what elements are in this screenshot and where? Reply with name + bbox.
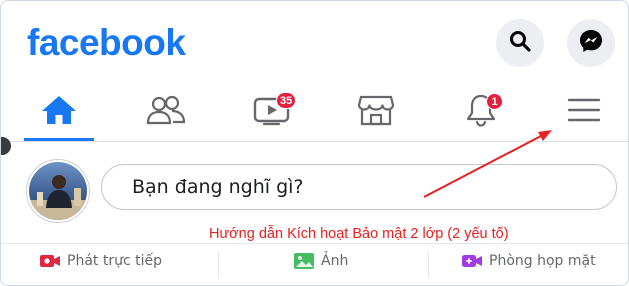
messenger-button[interactable] (567, 19, 615, 67)
search-icon (509, 30, 531, 56)
main-nav: 35 1 (1, 83, 628, 141)
tab-home[interactable] (24, 83, 94, 141)
tab-notifications[interactable]: 1 (446, 83, 516, 141)
friends-icon (145, 93, 187, 131)
rooms-label: Phòng họp mặt (489, 253, 596, 269)
top-header: facebook (1, 1, 628, 83)
tab-menu[interactable] (549, 83, 619, 141)
photo-label: Ảnh (321, 253, 349, 269)
rooms-button[interactable]: Phòng họp mặt (461, 244, 596, 278)
marketplace-icon (356, 93, 396, 131)
notifications-badge: 1 (486, 93, 503, 110)
avatar[interactable] (27, 160, 89, 222)
watch-badge: 35 (276, 92, 297, 109)
live-video-label: Phát trực tiếp (67, 253, 162, 269)
tab-marketplace[interactable] (341, 83, 411, 141)
tab-watch[interactable]: 35 (237, 83, 307, 141)
facebook-mobile-frame: facebook 35 1 Bạn đang nghĩ gì? Phát trự… (0, 0, 629, 286)
photo-icon (293, 252, 315, 270)
live-video-icon (39, 253, 61, 269)
search-button[interactable] (496, 19, 544, 67)
post-composer: Bạn đang nghĩ gì? (1, 142, 628, 230)
annotation-caption: Hướng dẫn Kích hoạt Bảo mật 2 lớp (2 yếu… (209, 226, 509, 242)
messenger-icon (578, 28, 604, 58)
live-video-button[interactable]: Phát trực tiếp (39, 244, 162, 278)
rooms-icon (461, 253, 483, 269)
photo-button[interactable]: Ảnh (293, 244, 348, 278)
home-icon (40, 93, 78, 131)
facebook-logo[interactable]: facebook (27, 21, 186, 65)
tab-friends[interactable] (131, 83, 201, 141)
actions-divider (428, 252, 429, 278)
composer-actions: Phát trực tiếp Ảnh Phòng họp mặt (1, 243, 628, 278)
actions-divider (218, 252, 219, 278)
status-input[interactable]: Bạn đang nghĩ gì? (101, 164, 617, 210)
menu-icon (566, 95, 602, 129)
